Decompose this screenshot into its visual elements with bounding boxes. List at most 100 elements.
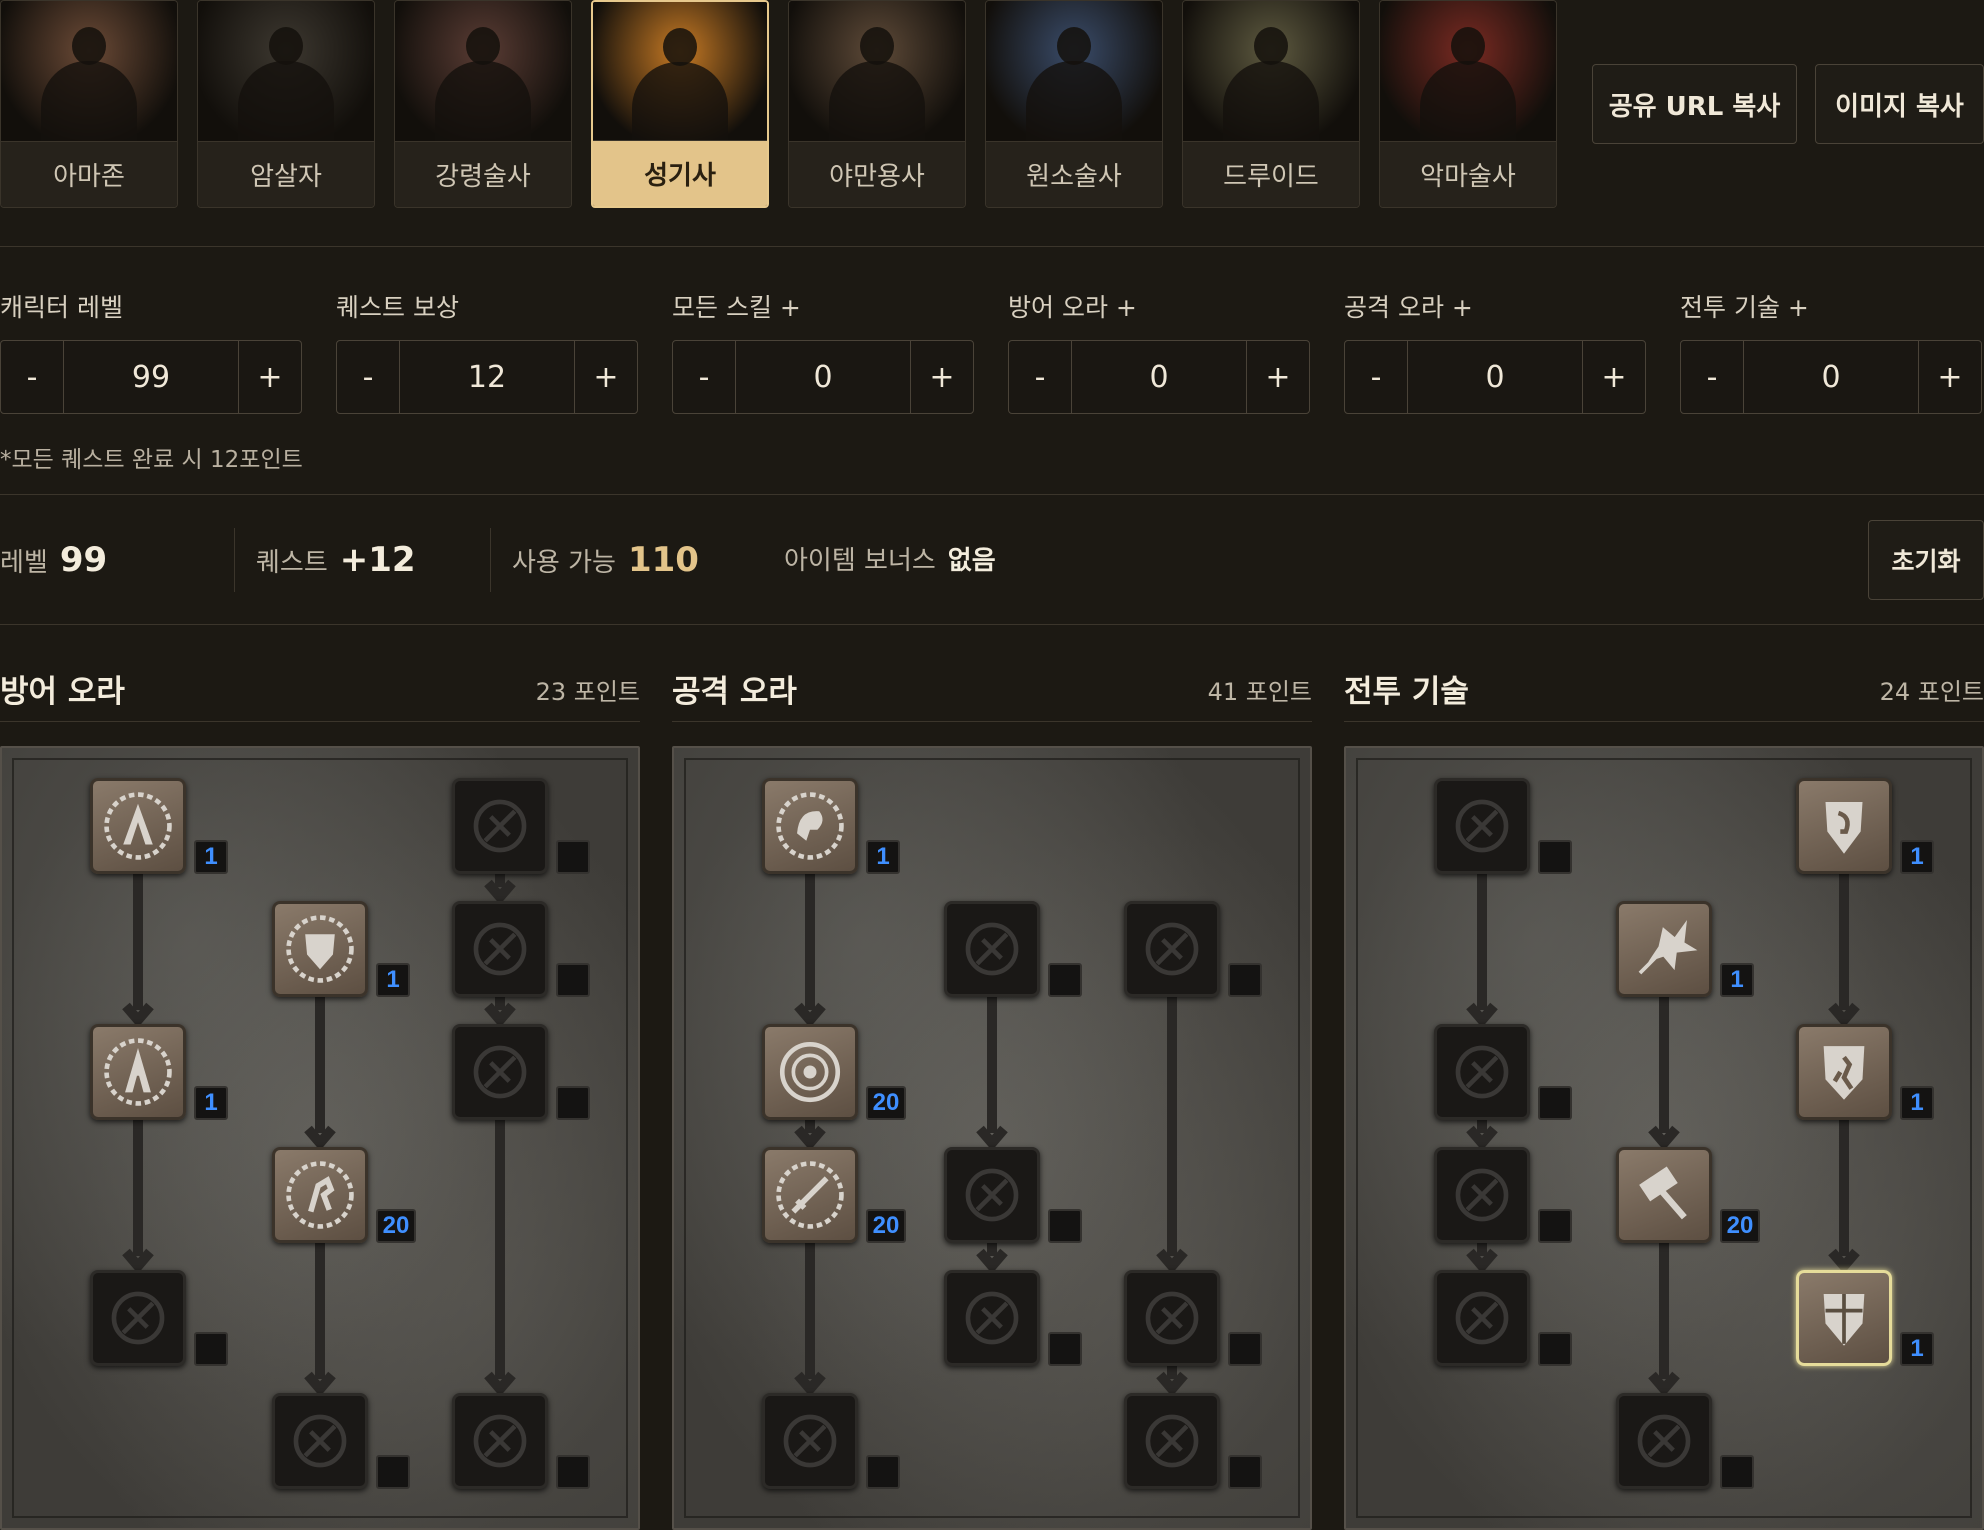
- stepper-value[interactable]: 0: [1743, 341, 1919, 413]
- skill-sacrifice[interactable]: [1434, 778, 1530, 874]
- decrement-button[interactable]: -: [337, 341, 399, 413]
- skill-level-badge: 20: [376, 1209, 416, 1243]
- decrement-button[interactable]: -: [1, 341, 63, 413]
- summary-item-bonus: 아이템 보너스 없음: [784, 540, 996, 577]
- skill-holy-freeze[interactable]: [944, 1147, 1040, 1243]
- class-tab[interactable]: 드루이드: [1182, 0, 1360, 208]
- stepper-label: 공격 오라 +: [1344, 293, 1473, 322]
- decrement-button[interactable]: -: [673, 341, 735, 413]
- increment-button[interactable]: +: [1919, 341, 1981, 413]
- increment-button[interactable]: +: [1247, 341, 1309, 413]
- thorns-icon: [1145, 922, 1199, 976]
- skill-vigor[interactable]: [272, 1147, 368, 1243]
- class-tab-label: 악마술사: [1380, 141, 1556, 207]
- stepper-value[interactable]: 0: [1071, 341, 1247, 413]
- skill-conviction[interactable]: [1124, 1393, 1220, 1489]
- skill-holy-shield[interactable]: [1796, 1270, 1892, 1366]
- skill-tree-name: 방어 오라: [0, 674, 125, 710]
- value-stepper: -99 +: [0, 340, 302, 414]
- skill-level-badge: [1538, 1086, 1572, 1120]
- decrement-button[interactable]: -: [1009, 341, 1071, 413]
- share-url-button[interactable]: 공유 URL 복사: [1592, 64, 1797, 144]
- skill-level-badge: [866, 1455, 900, 1489]
- skill-tree-name: 전투 기술: [1344, 674, 1469, 710]
- resist-lightning-icon: [473, 1045, 527, 1099]
- decrement-button[interactable]: -: [1681, 341, 1743, 413]
- stepper-value[interactable]: 99: [63, 341, 239, 413]
- skill-redemption[interactable]: [272, 1393, 368, 1489]
- decrement-button[interactable]: -: [1345, 341, 1407, 413]
- skill-resist-lightning[interactable]: [452, 1024, 548, 1120]
- skill-prayer[interactable]: [90, 778, 186, 874]
- skill-zeal[interactable]: [1434, 1024, 1530, 1120]
- class-tab[interactable]: 성기사: [591, 0, 769, 208]
- class-portrait: [1380, 1, 1556, 143]
- value-stepper: -0 +: [672, 340, 974, 414]
- skill-level-badge: [1228, 963, 1262, 997]
- skill-vengeance[interactable]: [1434, 1147, 1530, 1243]
- skill-cleansing[interactable]: [90, 1024, 186, 1120]
- class-tab[interactable]: 악마술사: [1379, 0, 1557, 208]
- copy-image-button[interactable]: 이미지 복사: [1815, 64, 1984, 144]
- cleansing-icon: [104, 1038, 172, 1106]
- skill-level-badge: [556, 840, 590, 874]
- skill-resist-cold[interactable]: [452, 901, 548, 997]
- skill-holy-bolt[interactable]: [1616, 901, 1712, 997]
- skill-thorns[interactable]: [1124, 901, 1220, 997]
- skill-connector: [1648, 1243, 1680, 1397]
- skill-fist-of-heavens[interactable]: [1616, 1393, 1712, 1489]
- skill-level-badge: [1538, 1332, 1572, 1366]
- stepper-value[interactable]: 12: [399, 341, 575, 413]
- class-tab-label: 강령술사: [395, 141, 571, 207]
- skill-holy-shock[interactable]: [944, 1270, 1040, 1366]
- summary-quest-value: +12: [339, 540, 416, 580]
- skill-level-badge: [556, 1086, 590, 1120]
- class-tab[interactable]: 원소술사: [985, 0, 1163, 208]
- skill-tree-header: 전투 기술 24 포인트: [1344, 662, 1984, 722]
- divider: [0, 246, 1984, 247]
- stepper-value[interactable]: 0: [735, 341, 911, 413]
- skill-concentration[interactable]: [762, 1147, 858, 1243]
- increment-button[interactable]: +: [575, 341, 637, 413]
- stepper-value[interactable]: 0: [1407, 341, 1583, 413]
- increment-button[interactable]: +: [911, 341, 973, 413]
- class-tab-label: 드루이드: [1183, 141, 1359, 207]
- reset-button[interactable]: 초기화: [1868, 520, 1984, 600]
- skill-level-badge: [1048, 1209, 1082, 1243]
- summary-level-label: 레벨: [0, 548, 48, 578]
- class-tab[interactable]: 야만용사: [788, 0, 966, 208]
- skill-sanctuary[interactable]: [1124, 1270, 1220, 1366]
- skill-defiance[interactable]: [272, 901, 368, 997]
- stepper-label: 캐릭터 레벨: [0, 293, 123, 322]
- skill-tree-points: 24 포인트: [1879, 678, 1984, 706]
- skill-holy-fire[interactable]: [944, 901, 1040, 997]
- skill-smite[interactable]: [1796, 778, 1892, 874]
- class-tab[interactable]: 암살자: [197, 0, 375, 208]
- increment-button[interactable]: +: [239, 341, 301, 413]
- class-tab[interactable]: 아마존: [0, 0, 178, 208]
- skill-connector: [1156, 997, 1188, 1274]
- sacrifice-icon: [1455, 799, 1509, 853]
- increment-button[interactable]: +: [1583, 341, 1645, 413]
- skill-fanaticism[interactable]: [762, 1393, 858, 1489]
- skill-charge[interactable]: [1796, 1024, 1892, 1120]
- stepper-label: 방어 오라 +: [1008, 293, 1137, 322]
- skill-blessed-aim[interactable]: [762, 1024, 858, 1120]
- skill-level-badge: 1: [1900, 1332, 1934, 1366]
- class-tab-label: 아마존: [1, 141, 177, 207]
- class-portrait: [593, 2, 767, 144]
- class-tab[interactable]: 강령술사: [394, 0, 572, 208]
- smite-icon: [1825, 801, 1863, 854]
- skill-level-badge: 1: [376, 963, 410, 997]
- skill-might[interactable]: [762, 778, 858, 874]
- skill-conversion[interactable]: [1434, 1270, 1530, 1366]
- skill-salvation[interactable]: [452, 1393, 548, 1489]
- skill-meditation[interactable]: [90, 1270, 186, 1366]
- skill-resist-fire[interactable]: [452, 778, 548, 874]
- summary-available: 사용 가능 110: [512, 540, 699, 580]
- skill-blessed-hammer[interactable]: [1616, 1147, 1712, 1243]
- holy-fire-icon: [965, 922, 1019, 976]
- skill-connector: [794, 874, 826, 1028]
- might-icon: [776, 792, 844, 860]
- skill-level-badge: [194, 1332, 228, 1366]
